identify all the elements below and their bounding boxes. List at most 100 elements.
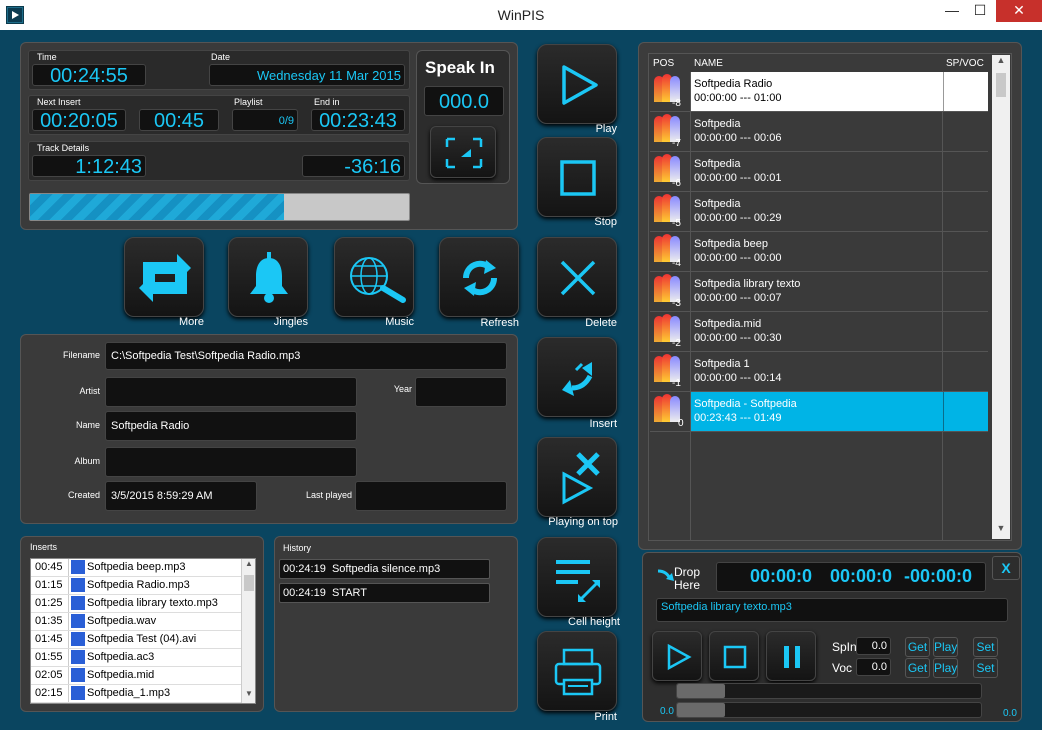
more-label: More	[178, 316, 204, 328]
inserts-list[interactable]: 00:45 Softpedia beep.mp3 01:15 Softpedia R…	[30, 558, 256, 704]
year-field[interactable]	[415, 377, 507, 407]
people-icon	[650, 312, 690, 352]
speak-in-button[interactable]	[430, 126, 496, 178]
playlist-row-selected[interactable]: 0 Softpedia - Softpedia 00:23:43 --- 01:4…	[650, 392, 988, 432]
music-button[interactable]	[334, 237, 414, 317]
minimize-button[interactable]: —	[938, 0, 966, 22]
list-item[interactable]: 01:55 Softpedia.ac3	[31, 649, 241, 667]
insert-time: 01:15	[31, 577, 69, 594]
list-item[interactable]: 01:15 Softpedia Radio.mp3	[31, 577, 241, 595]
scroll-thumb[interactable]	[244, 575, 254, 591]
scroll-down-icon[interactable]: ▼	[992, 523, 1010, 539]
playlist-scrollbar[interactable]: ▲ ▼	[992, 55, 1010, 539]
history-time: 00:24:19	[283, 587, 326, 599]
globe-search-icon	[350, 257, 406, 303]
slider-thumb[interactable]	[677, 703, 725, 717]
artist-field[interactable]	[105, 377, 357, 407]
col-pos-header[interactable]: POS	[653, 58, 674, 69]
history-row[interactable]: 00:24:19 Softpedia silence.mp3	[279, 559, 490, 579]
close-button[interactable]: ✕	[996, 0, 1042, 22]
audio-file-icon	[71, 614, 85, 629]
refresh-button[interactable]	[439, 237, 519, 317]
print-button[interactable]	[537, 631, 617, 711]
last-played-field[interactable]	[355, 481, 507, 511]
voc-set-button[interactable]: Set	[973, 658, 998, 678]
insert-time: 00:45	[31, 559, 69, 576]
playing-on-top-button[interactable]	[537, 437, 617, 517]
spin-get-button[interactable]: Get	[905, 637, 930, 657]
repeat-icon	[139, 254, 191, 302]
time-value: 00:24:55	[32, 64, 146, 87]
maximize-button[interactable]: ☐	[966, 0, 994, 22]
scroll-up-icon[interactable]: ▲	[992, 55, 1010, 71]
bell-icon	[250, 252, 288, 303]
stop-label: Stop	[594, 216, 617, 228]
playlist-row[interactable]: -8 Softpedia Radio 00:00:00 --- 01:00	[650, 72, 988, 112]
refresh-icon	[462, 260, 498, 296]
insert-time: 01:55	[31, 649, 69, 666]
list-item[interactable]: 01:45 Softpedia Test (04).avi	[31, 631, 241, 649]
playlist-row[interactable]: -5 Softpedia 00:00:00 --- 00:29	[650, 192, 988, 232]
voc-get-button[interactable]: Get	[905, 658, 930, 678]
scroll-down-icon[interactable]: ▼	[242, 689, 255, 703]
track-details-label: Track Details	[37, 143, 90, 153]
people-icon	[650, 72, 690, 112]
row-pos: -5	[672, 218, 681, 229]
player-pause-button[interactable]	[766, 631, 816, 681]
slider-thumb[interactable]	[677, 684, 725, 698]
created-field[interactable]: 3/5/2015 8:59:29 AM	[105, 481, 257, 511]
scroll-up-icon[interactable]: ▲	[242, 559, 255, 573]
voc-play-button[interactable]: Play	[933, 658, 958, 678]
list-item[interactable]: 02:05 Softpedia.mid	[31, 667, 241, 685]
inserts-scrollbar[interactable]: ▲ ▼	[241, 559, 255, 703]
col-name-header[interactable]: NAME	[694, 58, 723, 69]
progress-bar[interactable]	[29, 193, 410, 221]
player-play-button[interactable]	[652, 631, 702, 681]
stop-button[interactable]	[537, 137, 617, 217]
playlist-row[interactable]: -4 Softpedia beep 00:00:00 --- 00:00	[650, 232, 988, 272]
scroll-thumb[interactable]	[996, 73, 1006, 97]
album-label: Album	[74, 456, 100, 466]
playlist-label: Playlist	[234, 97, 263, 107]
end-in-value: 00:23:43	[311, 109, 405, 132]
position-slider[interactable]	[676, 683, 982, 699]
spin-play-button[interactable]: Play	[933, 637, 958, 657]
row-time: 00:00:00 --- 00:00	[694, 252, 782, 264]
col-spvoc-header[interactable]: SP/VOC	[946, 58, 984, 69]
row-time: 00:00:00 --- 01:00	[694, 92, 782, 104]
name-field[interactable]: Softpedia Radio	[105, 411, 357, 441]
filename-field[interactable]: C:\Softpedia Test\Softpedia Radio.mp3	[105, 342, 507, 370]
insert-icon	[562, 362, 593, 396]
insert-button[interactable]	[537, 337, 617, 417]
playlist-row[interactable]: -2 Softpedia.mid 00:00:00 --- 00:30	[650, 312, 988, 352]
insert-file: Softpedia Test (04).avi	[87, 633, 197, 645]
list-item[interactable]: 01:25 Softpedia library texto.mp3	[31, 595, 241, 613]
list-item[interactable]: 01:35 Softpedia.wav	[31, 613, 241, 631]
playlist-row[interactable]: -6 Softpedia 00:00:00 --- 00:01	[650, 152, 988, 192]
people-icon	[650, 112, 690, 152]
cell-height-button[interactable]	[537, 537, 617, 617]
playlist-count: 0/9	[232, 109, 298, 131]
spin-value[interactable]: 0.0	[856, 637, 891, 655]
player-file: Softpedia library texto.mp3	[656, 598, 1008, 622]
volume-slider[interactable]	[676, 702, 982, 718]
voc-value[interactable]: 0.0	[856, 658, 891, 676]
delete-button[interactable]	[537, 237, 617, 317]
drop-here-label[interactable]: Drop Here	[674, 566, 714, 592]
album-field[interactable]	[105, 447, 357, 477]
spin-set-button[interactable]: Set	[973, 637, 998, 657]
play-button[interactable]	[537, 44, 617, 124]
row-pos: -7	[672, 138, 681, 149]
player-stop-button[interactable]	[709, 631, 759, 681]
jingles-label: Jingles	[273, 316, 308, 328]
history-row[interactable]: 00:24:19 START	[279, 583, 490, 603]
player-close-button[interactable]: X	[992, 556, 1020, 580]
jingles-button[interactable]	[228, 237, 308, 317]
list-item[interactable]: 00:45 Softpedia beep.mp3	[31, 559, 241, 577]
playlist-row[interactable]: -3 Softpedia library texto 00:00:00 --- 0…	[650, 272, 988, 312]
more-button[interactable]	[124, 237, 204, 317]
list-item[interactable]: 02:15 Softpedia_1.mp3	[31, 685, 241, 703]
playlist-row[interactable]: -1 Softpedia 1 00:00:00 --- 00:14	[650, 352, 988, 392]
row-pos: -8	[672, 98, 681, 109]
playlist-row[interactable]: -7 Softpedia 00:00:00 --- 00:06	[650, 112, 988, 152]
